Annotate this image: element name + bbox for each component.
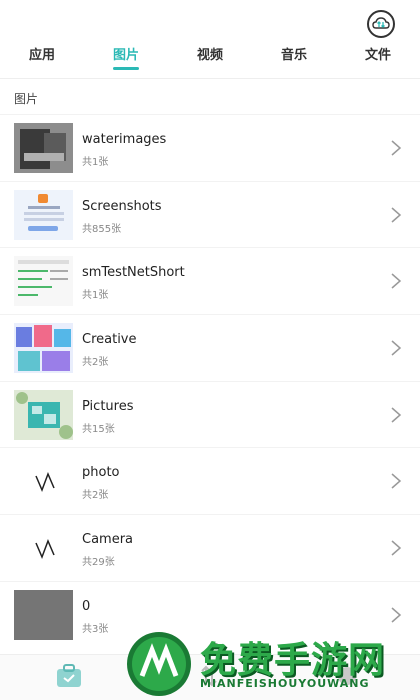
cloud-sync-button[interactable]	[367, 10, 395, 38]
chevron-right-icon	[391, 340, 402, 356]
album-thumbnail	[14, 389, 73, 440]
album-name: Camera	[82, 532, 134, 548]
tab-music[interactable]: 音乐	[252, 36, 336, 78]
watermark-subtitle: MIANFEISHOUYOUWANG	[200, 677, 370, 690]
album-name: smTestNetShort	[82, 265, 185, 281]
album-count: 共2张	[82, 357, 109, 369]
tab-files[interactable]: 文件	[336, 36, 420, 78]
album-name: Pictures	[82, 398, 134, 414]
tab-apps[interactable]: 应用	[0, 36, 84, 78]
album-name: waterimages	[82, 132, 167, 147]
album-thumbnail	[14, 589, 73, 640]
chevron-right-icon	[391, 407, 402, 423]
watermark-logo: 免费手游网 MIANFEISHOUYOUWANG	[120, 628, 420, 700]
album-count: 共1张	[82, 157, 109, 168]
album-count: 共855张	[82, 223, 122, 235]
album-row-photo[interactable]: photo 共2张	[0, 447, 420, 514]
category-tabs: 应用 图片 视频 音乐 文件	[0, 36, 420, 78]
chevron-right-icon	[391, 273, 402, 289]
album-row-screenshots[interactable]: Screenshots 共855张	[0, 180, 420, 248]
album-count: 共29张	[82, 557, 115, 569]
section-title: 图片	[14, 92, 39, 106]
chevron-right-icon	[391, 473, 402, 490]
album-count: 共1张	[82, 290, 109, 302]
tab-pictures[interactable]: 图片	[84, 36, 168, 78]
album-row-camera[interactable]: Camera 共29张	[0, 514, 420, 581]
album-row-smtestnetshort[interactable]: smTestNetShort 共1张	[0, 247, 420, 314]
chevron-right-icon	[391, 540, 402, 556]
album-thumbnail	[14, 123, 73, 173]
album-row-waterimages[interactable]: waterimages 共1张	[0, 114, 420, 181]
chevron-right-icon	[391, 140, 402, 156]
tab-videos[interactable]: 视频	[168, 36, 252, 78]
album-name: photo	[82, 465, 120, 481]
watermark-title: 免费手游网	[200, 640, 386, 681]
album-name: Screenshots	[82, 198, 162, 214]
briefcase-icon[interactable]	[52, 661, 86, 691]
tabs-divider	[0, 78, 420, 79]
album-thumbnail	[14, 189, 73, 240]
cloud-sync-icon	[372, 17, 390, 29]
album-list: waterimages 共1张 Screenshots 共855张 smTest…	[0, 114, 420, 648]
album-thumbnail	[14, 256, 73, 307]
watermark-emblem-icon	[127, 632, 191, 696]
album-count: 共3张	[82, 623, 109, 635]
album-thumbnail	[14, 523, 73, 574]
album-count: 共15张	[82, 423, 115, 435]
album-count: 共2张	[82, 490, 109, 502]
album-thumbnail	[14, 456, 73, 507]
chevron-right-icon	[391, 607, 402, 623]
album-row-pictures[interactable]: Pictures 共15张	[0, 380, 420, 448]
chevron-right-icon	[391, 207, 402, 223]
album-name: Creative	[82, 332, 137, 348]
album-name: 0	[82, 598, 91, 614]
album-thumbnail	[14, 323, 73, 374]
album-row-creative[interactable]: Creative 共2张	[0, 314, 420, 381]
